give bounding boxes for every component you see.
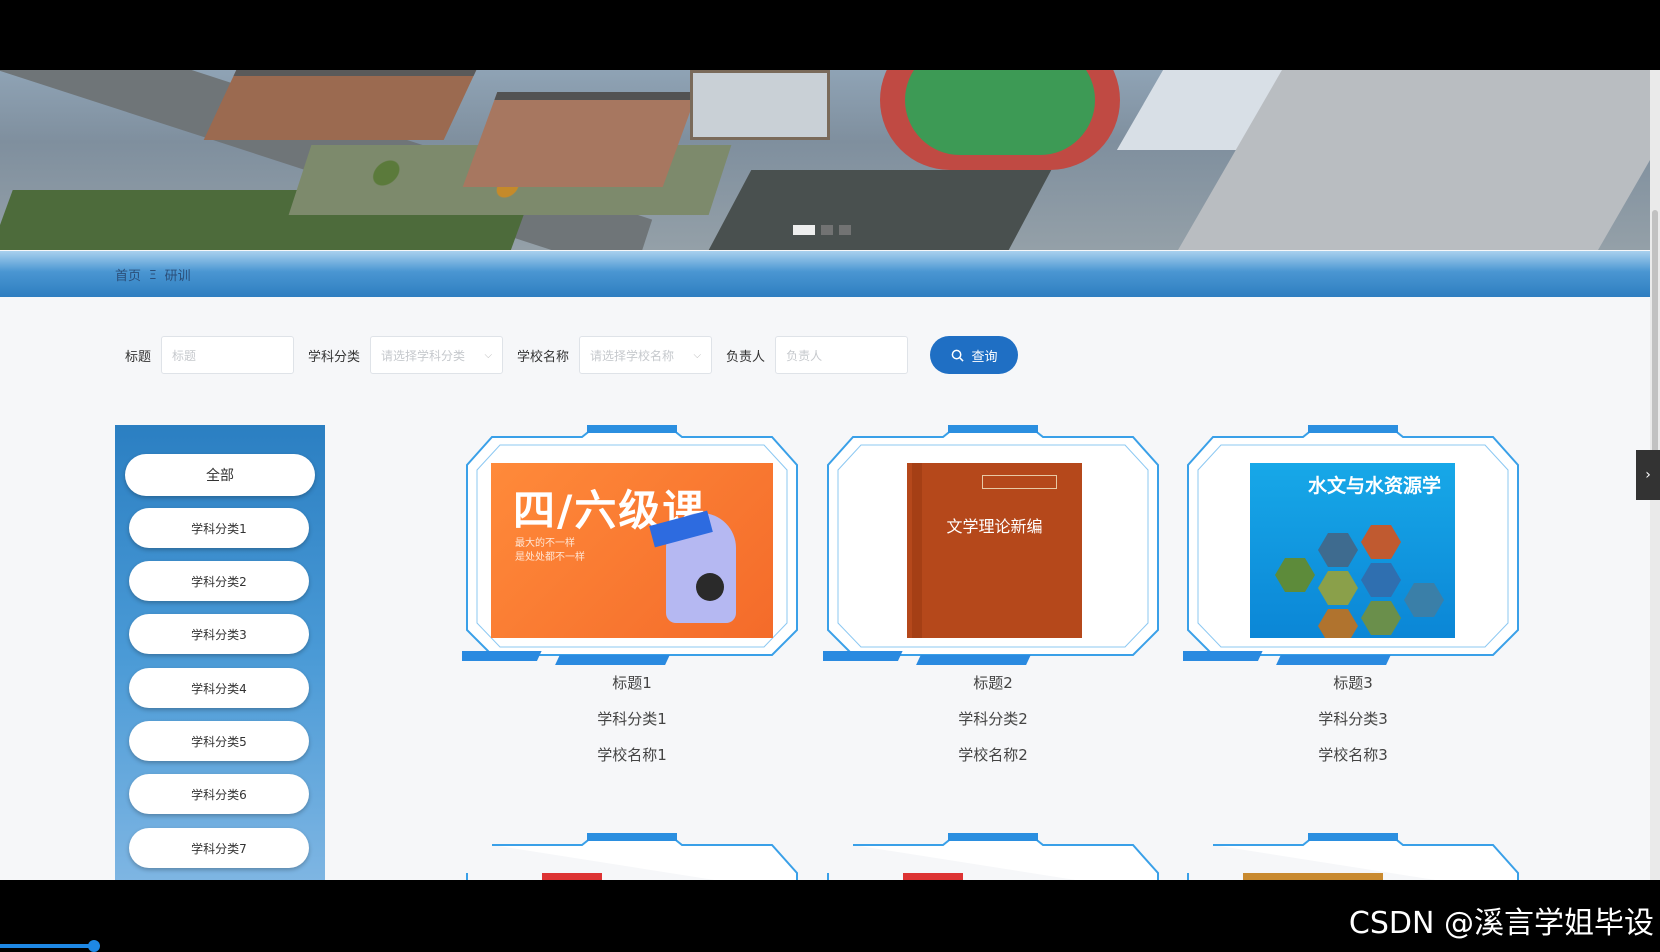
- title-input[interactable]: 标题: [161, 336, 295, 374]
- owner-input[interactable]: 负责人: [775, 336, 909, 374]
- card-school: 学校名称3: [1318, 746, 1388, 764]
- card-subject: 学科分类1: [597, 710, 667, 728]
- sidebar-item-subject-7[interactable]: 学科分类7: [129, 828, 309, 868]
- page: 首页 Ξ 研训 标题 标题 学科分类 请选择学科分类 ⌵ 学校名称 请选择学校名称…: [0, 70, 1650, 880]
- course-card[interactable]: [462, 833, 802, 880]
- card-subject: 学科分类2: [958, 710, 1028, 728]
- sidebar-item-subject-6[interactable]: 学科分类6: [129, 774, 309, 814]
- course-card[interactable]: [1183, 833, 1523, 880]
- watermark: CSDN @溪言学姐毕设: [1348, 906, 1654, 941]
- subject-label: 学科分类: [308, 349, 361, 365]
- video-progress-handle[interactable]: [88, 940, 100, 952]
- search-icon: [951, 349, 964, 362]
- scroll-thumb[interactable]: [1652, 210, 1658, 470]
- sidebar-item-subject-3[interactable]: 学科分类3: [129, 614, 309, 654]
- breadcrumb-home[interactable]: 首页: [115, 265, 141, 284]
- card-title[interactable]: 标题1: [462, 672, 802, 693]
- video-progress-bar[interactable]: [0, 944, 95, 948]
- chevron-down-icon: ⌵: [484, 349, 493, 361]
- carousel-dot[interactable]: [839, 225, 851, 235]
- card-cover[interactable]: 水文与水资源学: [1250, 463, 1455, 638]
- course-card[interactable]: [823, 833, 1163, 880]
- sidebar-item-subject-1[interactable]: 学科分类1: [129, 508, 309, 548]
- title-label: 标题: [125, 349, 152, 365]
- bottom-black-bar: CSDN @溪言学姐毕设: [0, 880, 1660, 952]
- card-cover[interactable]: 四/六级课 最大的不一样 是处处都不一样: [491, 463, 773, 638]
- sidebar-item-subject-5[interactable]: 学科分类5: [129, 721, 309, 761]
- card-cover[interactable]: 文学理论新编: [907, 463, 1082, 638]
- breadcrumb: 首页 Ξ 研训: [115, 265, 191, 285]
- campus-banner: [0, 70, 1650, 250]
- breadcrumb-separator: Ξ: [149, 267, 157, 282]
- card-subject: 学科分类3: [1318, 710, 1388, 728]
- search-form: 标题 标题 学科分类 请选择学科分类 ⌵ 学校名称 请选择学校名称 ⌵ 负责人 负责…: [125, 336, 1019, 374]
- carousel-dot[interactable]: [793, 225, 815, 235]
- breadcrumb-current: 研训: [164, 269, 191, 284]
- school-select[interactable]: 请选择学校名称 ⌵: [579, 336, 713, 374]
- category-sidebar: 全部 学科分类1 学科分类2 学科分类3 学科分类4 学科分类5 学科分类6 学…: [115, 425, 325, 880]
- owner-label: 负责人: [726, 349, 766, 365]
- top-black-bar: [0, 0, 1660, 70]
- carousel-dots[interactable]: [793, 225, 851, 235]
- card-school: 学校名称2: [958, 746, 1028, 764]
- sidebar-item-subject-2[interactable]: 学科分类2: [129, 561, 309, 601]
- card-school: 学校名称1: [597, 746, 667, 764]
- carousel-dot[interactable]: [821, 225, 833, 235]
- subject-select[interactable]: 请选择学科分类 ⌵: [370, 336, 504, 374]
- chevron-down-icon: ⌵: [693, 349, 702, 361]
- search-button[interactable]: 查询: [930, 336, 1019, 374]
- sidebar-item-subject-4[interactable]: 学科分类4: [129, 668, 309, 708]
- breadcrumb-bar: 首页 Ξ 研训: [0, 251, 1650, 297]
- chevron-right-icon[interactable]: ›: [1636, 450, 1660, 500]
- sidebar-item-all[interactable]: 全部: [125, 454, 315, 496]
- card-title[interactable]: 标题2: [823, 672, 1163, 693]
- school-label: 学校名称: [517, 349, 570, 365]
- card-title[interactable]: 标题3: [1183, 672, 1523, 693]
